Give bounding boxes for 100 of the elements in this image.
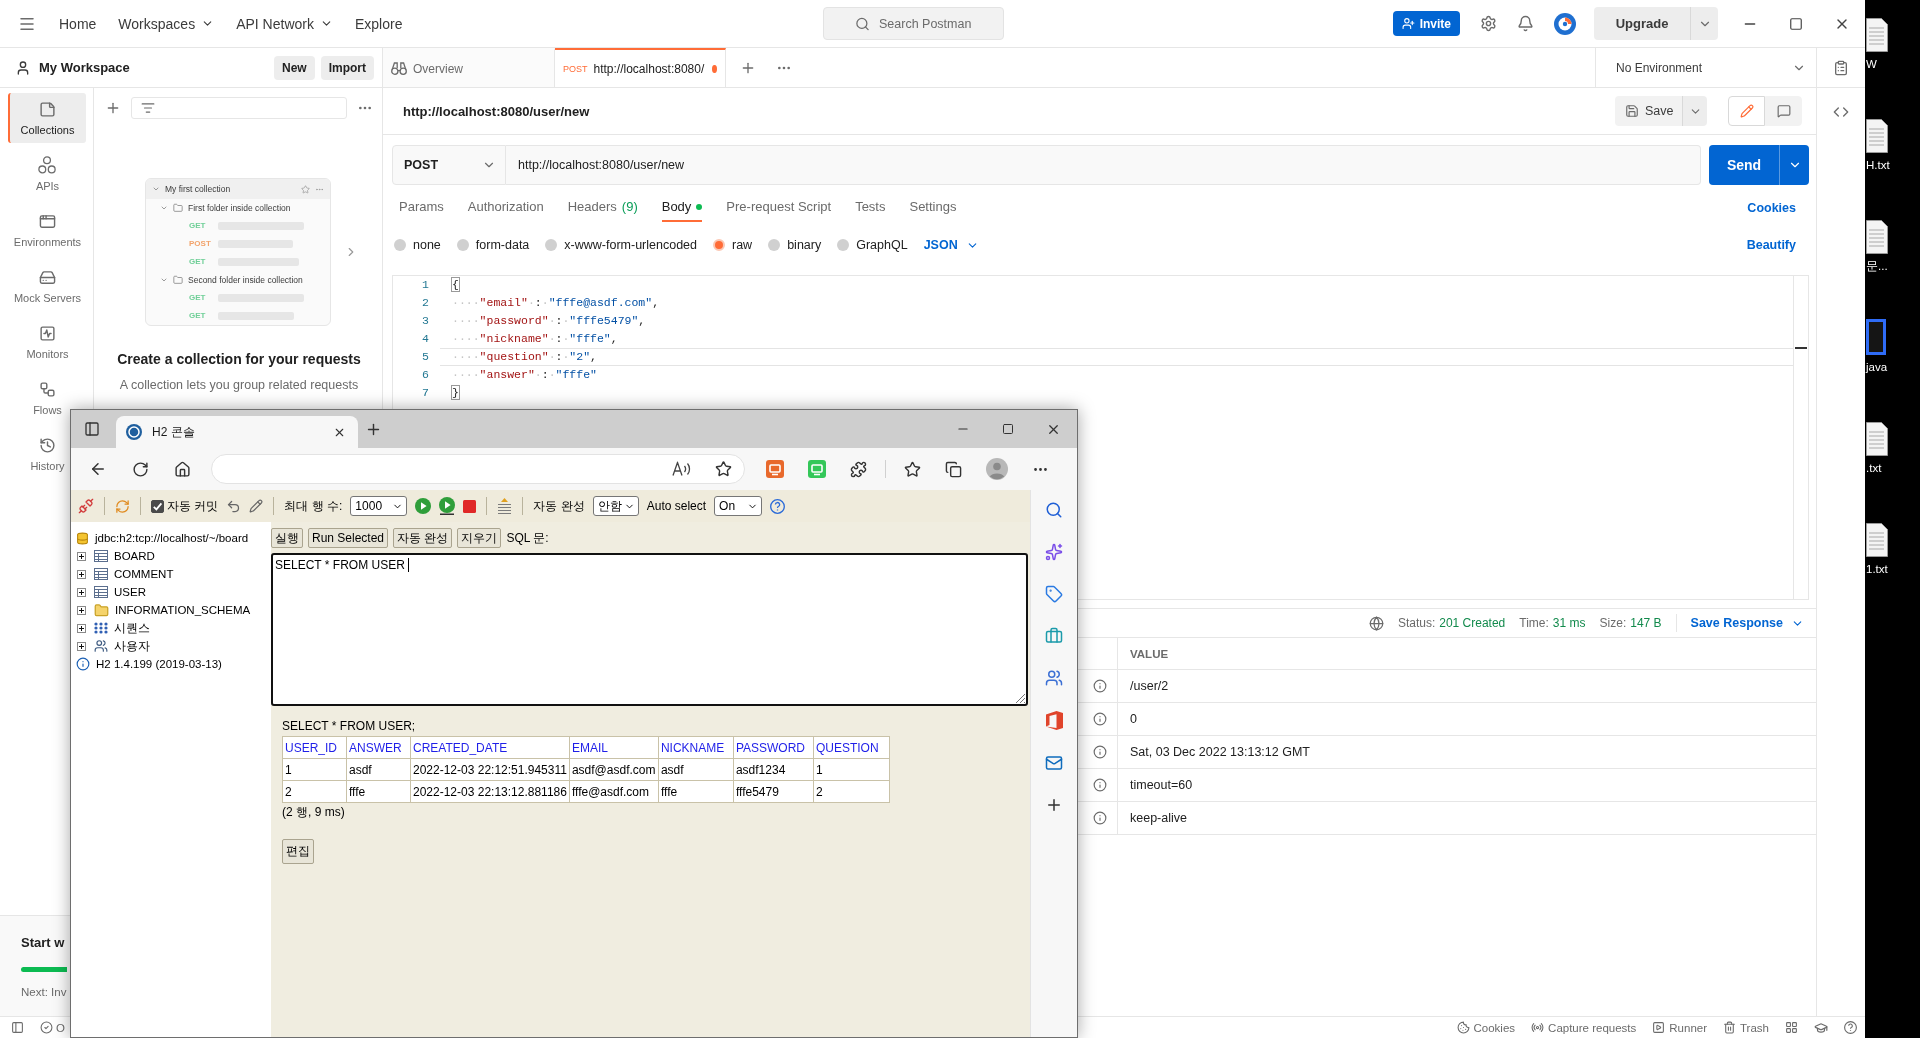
tree-item[interactable]: jdbc:h2:tcp://localhost/~/board xyxy=(95,532,249,544)
save-button[interactable]: Save xyxy=(1615,96,1682,126)
info-icon[interactable] xyxy=(1093,811,1107,825)
expand-icon[interactable] xyxy=(77,641,86,651)
maximize-icon[interactable] xyxy=(1002,423,1014,435)
method-select[interactable]: POST xyxy=(392,145,506,185)
extension-icon[interactable] xyxy=(766,460,784,478)
request-section-tab[interactable]: Authorization xyxy=(467,193,544,222)
expand-icon[interactable] xyxy=(77,587,86,597)
refresh-icon[interactable] xyxy=(132,460,149,478)
send-button[interactable]: Send xyxy=(1709,145,1779,185)
info-icon[interactable] xyxy=(1093,712,1107,726)
status-bar-item[interactable]: Runner xyxy=(1652,1021,1707,1034)
column-header[interactable]: QUESTION xyxy=(813,736,890,759)
auto-select-select[interactable]: On xyxy=(714,496,763,516)
checkbox[interactable] xyxy=(151,499,164,513)
workspace-button[interactable]: Import xyxy=(320,55,374,80)
help-icon[interactable] xyxy=(1844,1021,1857,1034)
request-section-tab[interactable]: Body xyxy=(661,193,703,222)
column-header[interactable]: PASSWORD xyxy=(733,736,814,759)
info-icon[interactable] xyxy=(1093,679,1107,693)
clipboard-icon[interactable] xyxy=(1833,59,1849,76)
maximize-icon[interactable] xyxy=(1789,16,1803,31)
people-icon[interactable] xyxy=(1045,669,1063,687)
sidebar-item[interactable]: Monitors xyxy=(24,317,69,367)
search-field[interactable]: Search Postman xyxy=(823,7,1004,40)
body-mode-option[interactable]: binary xyxy=(768,238,822,252)
sidebar-item[interactable]: Flows xyxy=(31,373,62,423)
play-icon[interactable] xyxy=(415,498,432,514)
plus-icon[interactable] xyxy=(105,100,121,116)
help-icon[interactable] xyxy=(770,498,786,514)
query-button[interactable]: 실행 xyxy=(271,528,303,548)
mail-icon[interactable] xyxy=(1045,754,1063,772)
cookies-link[interactable]: Cookies xyxy=(1747,193,1796,222)
tree-item[interactable]: INFORMATION_SCHEMA xyxy=(115,604,251,616)
undo-icon[interactable] xyxy=(226,498,242,514)
back-icon[interactable] xyxy=(89,460,107,478)
overview-tab[interactable]: Overview xyxy=(383,48,555,87)
search-icon[interactable] xyxy=(1045,501,1063,519)
request-section-tab[interactable]: Headers (9) xyxy=(567,193,638,222)
stacked-squares-icon[interactable] xyxy=(945,460,962,478)
workspace-button[interactable]: New xyxy=(273,55,315,80)
document-icon[interactable] xyxy=(1866,220,1888,254)
expand-icon[interactable] xyxy=(77,569,86,579)
browser-tab[interactable]: H2 콘솔 xyxy=(116,416,358,448)
expand-icon[interactable] xyxy=(77,605,86,615)
info-icon[interactable] xyxy=(1093,745,1107,759)
nav-link[interactable]: API Network xyxy=(227,7,342,40)
status-bar-item[interactable]: Trash xyxy=(1723,1021,1769,1034)
stop-icon[interactable] xyxy=(463,499,477,513)
pencil-icon[interactable] xyxy=(249,499,264,513)
sparkle-icon[interactable] xyxy=(1045,543,1063,561)
panel-icon[interactable] xyxy=(11,1021,24,1034)
nav-link[interactable]: Explore xyxy=(345,7,412,40)
tag-icon[interactable] xyxy=(1045,585,1063,603)
expand-icon[interactable] xyxy=(77,551,86,561)
play-underline-icon[interactable] xyxy=(439,497,456,515)
autocomplete-select[interactable]: 안함 xyxy=(592,496,639,516)
status-bar-item[interactable]: Capture requests xyxy=(1531,1021,1637,1034)
document-icon[interactable] xyxy=(1866,422,1888,456)
sidebar-item[interactable]: Collections xyxy=(7,93,86,143)
body-mode-option[interactable]: raw xyxy=(713,238,753,252)
format-select[interactable]: JSON xyxy=(923,238,979,252)
sidebar-item[interactable]: Mock Servers xyxy=(11,261,82,311)
column-header[interactable]: USER_ID xyxy=(282,736,347,759)
environment-select[interactable]: No Environment xyxy=(1595,48,1816,87)
column-header[interactable]: CREATED_DATE xyxy=(410,736,570,759)
body-mode-option[interactable]: GraphQL xyxy=(837,238,908,252)
sidebar-item[interactable]: APIs xyxy=(33,149,60,199)
query-button[interactable]: Run Selected xyxy=(308,528,389,548)
max-rows-select[interactable]: 1000 xyxy=(350,496,408,516)
app-icon[interactable] xyxy=(1866,319,1886,355)
save-response-button[interactable]: Save Response xyxy=(1690,616,1804,630)
grid-icon[interactable] xyxy=(1785,1021,1798,1034)
url-field[interactable]: http://localhost:8080/user/new xyxy=(506,145,1701,185)
tree-item[interactable]: COMMENT xyxy=(114,568,174,580)
sql-input[interactable]: SELECT * FROM USER xyxy=(271,553,1028,706)
sidebar-item[interactable]: History xyxy=(28,429,65,479)
filter-field[interactable] xyxy=(131,97,347,119)
sidebar-item[interactable]: Environments xyxy=(11,205,82,255)
tree-item[interactable]: 시퀀스 xyxy=(114,620,150,636)
read-aloud-icon[interactable] xyxy=(672,461,691,477)
column-header[interactable]: NICKNAME xyxy=(658,736,734,759)
tree-item[interactable]: 사용자 xyxy=(114,638,150,654)
document-icon[interactable] xyxy=(1866,119,1888,153)
text-lines-icon[interactable] xyxy=(497,497,513,515)
ring-icon[interactable] xyxy=(1554,12,1576,35)
document-icon[interactable] xyxy=(1866,18,1888,52)
nav-link[interactable]: Home xyxy=(50,7,106,40)
plus-icon[interactable] xyxy=(1045,796,1063,814)
beautify-link[interactable]: Beautify xyxy=(1746,238,1796,252)
request-section-tab[interactable]: Pre-request Script xyxy=(726,193,832,222)
body-mode-option[interactable]: x-www-form-urlencoded xyxy=(545,238,697,252)
request-section-tab[interactable]: Tests xyxy=(855,193,886,222)
briefcase-icon[interactable] xyxy=(1045,627,1063,645)
info-icon[interactable] xyxy=(1093,778,1107,792)
document-icon[interactable] xyxy=(1866,523,1888,557)
sidebar-toggle-icon[interactable] xyxy=(84,421,100,437)
puzzle-icon[interactable] xyxy=(850,460,867,478)
invite-button[interactable]: Invite xyxy=(1392,11,1460,36)
